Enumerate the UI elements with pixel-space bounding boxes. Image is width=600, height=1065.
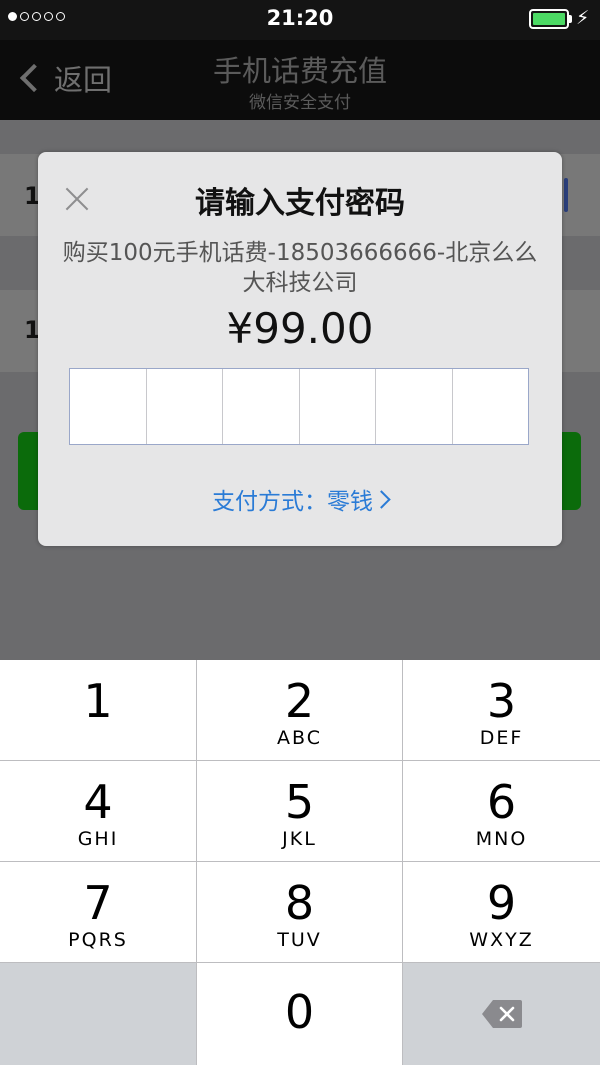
backspace-key[interactable] [403, 963, 600, 1065]
status-time: 21:20 [266, 6, 334, 30]
dialog-title: 请输入支付密码 [195, 186, 405, 221]
nav-bar: 返回 手机话费充值 微信安全支付 [0, 40, 600, 120]
key-9[interactable]: 9 WXYZ [403, 862, 600, 962]
chevron-right-icon [372, 490, 391, 509]
key-5[interactable]: 5 JKL [197, 761, 402, 861]
key-3[interactable]: 3 DEF [403, 660, 600, 760]
status-bar: 21:20 ⚡ [0, 0, 600, 40]
charging-bolt-icon: ⚡ [576, 7, 590, 29]
password-input[interactable] [69, 368, 529, 445]
key-7[interactable]: 7 PQRS [0, 862, 196, 962]
key-blank [0, 963, 196, 1065]
key-4[interactable]: 4 GHI [0, 761, 196, 861]
password-digit-cell [300, 369, 376, 444]
payment-method-label: 支付方式：零钱 [212, 489, 373, 515]
key-8[interactable]: 8 TUV [197, 862, 402, 962]
battery-icon [529, 9, 569, 29]
page-title: 手机话费充值 [212, 54, 387, 88]
password-digit-cell [223, 369, 300, 444]
key-6[interactable]: 6 MNO [403, 761, 600, 861]
key-2[interactable]: 2 ABC [197, 660, 402, 760]
payment-dialog: 请输入支付密码 购买100元手机话费-18503666666-北京么么大科技公司… [38, 152, 562, 546]
numeric-keypad: 1 2 ABC 3 DEF 4 GHI 5 JKL 6 MNO 7 PQRS 8… [0, 660, 600, 1065]
password-digit-cell [70, 369, 147, 444]
backspace-icon [481, 1000, 522, 1028]
order-description: 购买100元手机话费-18503666666-北京么么大科技公司 [62, 240, 538, 296]
key-1[interactable]: 1 [0, 660, 196, 760]
password-digit-cell [147, 369, 223, 444]
page-subtitle: 微信安全支付 [249, 93, 351, 113]
password-digit-cell [376, 369, 453, 444]
key-0[interactable]: 0 [197, 963, 402, 1065]
payment-amount: ¥99.00 [226, 304, 374, 353]
password-digit-cell [453, 369, 529, 444]
payment-method-link[interactable]: 支付方式：零钱 [38, 482, 562, 516]
